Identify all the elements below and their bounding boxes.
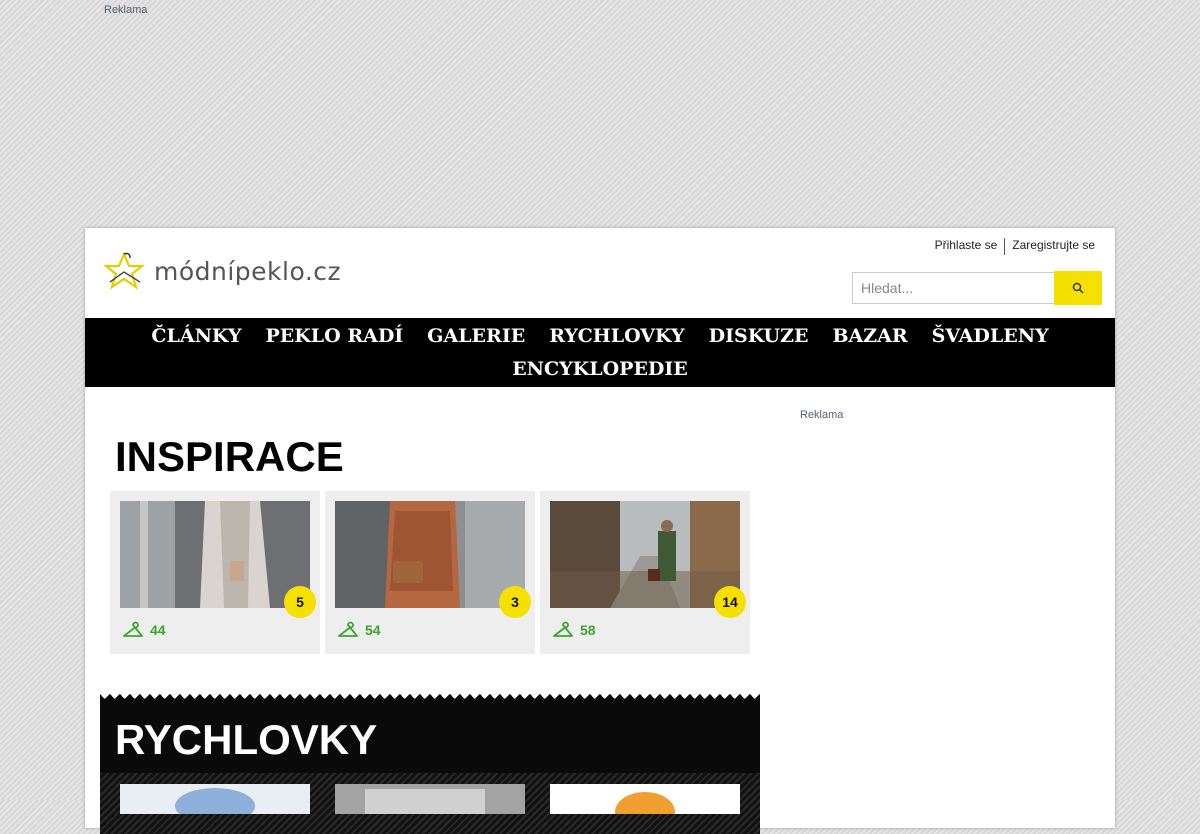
nav-item-peklo-radi[interactable]: PEKLO RADÍ: [266, 324, 404, 349]
card-image[interactable]: [550, 501, 740, 608]
search-icon: [1072, 282, 1084, 294]
nav-item-diskuze[interactable]: DISKUZE: [709, 324, 809, 349]
likes[interactable]: 54: [337, 621, 381, 639]
user-links: Přihlaste se Zaregistrujte se: [935, 238, 1095, 255]
rychlovky-thumb[interactable]: [120, 784, 310, 814]
site-logo[interactable]: módnípeklo.cz: [104, 252, 341, 290]
inspiration-card[interactable]: 14 58: [540, 491, 750, 654]
main-nav: ČLÁNKY PEKLO RADÍ GALERIE RYCHLOVKY DISK…: [85, 318, 1115, 387]
rychlovky-thumb[interactable]: [335, 784, 525, 814]
likes-count: 54: [365, 622, 381, 638]
card-image[interactable]: [120, 501, 310, 608]
comment-count-badge: 14: [714, 586, 746, 618]
section-title-rychlovky: RYCHLOVKY: [115, 716, 378, 763]
logo-text: módnípeklo.cz: [154, 256, 342, 286]
search-button[interactable]: [1054, 271, 1102, 305]
section-title-inspirace: INSPIRACE: [115, 433, 344, 480]
comment-count-badge: 3: [499, 586, 531, 618]
nav-item-encyklopedie[interactable]: ENCYKLOPEDIE: [512, 357, 688, 382]
rychlovky-section: RYCHLOVKY: [100, 694, 760, 834]
divider: [1004, 238, 1006, 255]
likes-count: 58: [580, 622, 596, 638]
page-container: módnípeklo.cz Přihlaste se Zaregistrujte…: [85, 228, 1115, 834]
ad-label-top: Reklama: [104, 4, 148, 16]
nav-item-svadleny[interactable]: ŠVADLENY: [932, 324, 1049, 349]
login-link[interactable]: Přihlaste se: [935, 238, 998, 255]
search-form: [852, 271, 1102, 305]
hanger-icon: [553, 621, 573, 637]
star-hanger-icon: [104, 252, 146, 290]
zigzag-border: [100, 694, 760, 704]
likes[interactable]: 44: [122, 621, 166, 639]
inspiration-card[interactable]: 5 44: [110, 491, 320, 654]
comment-count-badge: 5: [284, 586, 316, 618]
hanger-icon: [123, 621, 143, 637]
search-input[interactable]: [852, 272, 1054, 304]
nav-item-bazar[interactable]: BAZAR: [832, 324, 907, 349]
likes[interactable]: 58: [552, 621, 596, 639]
rychlovky-thumb[interactable]: [550, 784, 740, 814]
nav-item-galerie[interactable]: GALERIE: [427, 324, 525, 349]
ad-label-side: Reklama: [800, 409, 844, 421]
inspirace-cards: 5 44 3 54 14 58: [110, 491, 750, 654]
inspiration-card[interactable]: 3 54: [325, 491, 535, 654]
nav-item-rychlovky[interactable]: RYCHLOVKY: [549, 324, 684, 349]
register-link[interactable]: Zaregistrujte se: [1012, 238, 1095, 255]
hanger-icon: [338, 621, 358, 637]
nav-item-clanky[interactable]: ČLÁNKY: [151, 324, 241, 349]
likes-count: 44: [150, 622, 166, 638]
card-image[interactable]: [335, 501, 525, 608]
